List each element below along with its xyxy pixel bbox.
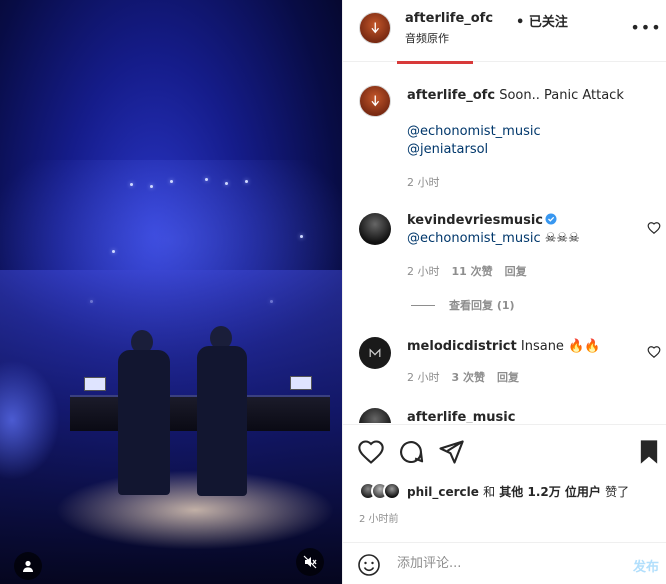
like-heart-icon[interactable] — [357, 438, 385, 466]
comment-meta: 2 小时 — [407, 174, 440, 190]
performer — [197, 346, 247, 496]
likes-others[interactable]: 其他 1.2万 位用户 — [499, 485, 601, 499]
post-button[interactable]: 发布 — [633, 556, 659, 575]
like-heart-icon[interactable] — [647, 345, 661, 359]
header-username[interactable]: afterlife_ofc — [405, 11, 493, 26]
view-replies-label: 查看回复 (1) — [449, 299, 515, 312]
post-side-panel: afterlife_ofc • 已关注 音频原作 ••• afterlife_o… — [342, 0, 666, 584]
reply-button[interactable]: 回复 — [497, 369, 519, 385]
comment-input[interactable] — [397, 556, 617, 571]
comment-time: 2 小时 — [407, 371, 440, 384]
caption-text: afterlife_ofc Soon.. Panic Attack — [407, 88, 624, 103]
avatar[interactable] — [359, 85, 391, 117]
comments-list[interactable]: afterlife_ofc Soon.. Panic Attack @echon… — [343, 63, 666, 423]
monitor-screen — [84, 377, 106, 391]
post-header: afterlife_ofc • 已关注 音频原作 ••• — [343, 0, 666, 62]
stage-light — [300, 235, 303, 238]
comment-username[interactable]: afterlife_ofc — [407, 88, 495, 103]
like-count[interactable]: 11 次赞 — [452, 263, 493, 279]
likes-summary[interactable]: phil_cercle 和 其他 1.2万 位用户 赞了 — [359, 479, 659, 503]
mention-link[interactable]: @echonomist_music — [407, 124, 541, 139]
like-count[interactable]: 3 次赞 — [452, 369, 485, 385]
avatar[interactable] — [359, 337, 391, 369]
audio-original-link[interactable]: 音频原作 — [405, 30, 449, 46]
action-bar — [343, 424, 666, 480]
skull-emoji: ☠☠☠ — [544, 231, 580, 246]
emoji-icon[interactable] — [357, 553, 381, 577]
comment-body: Soon.. Panic Attack — [499, 88, 624, 103]
comment-username[interactable]: melodicdistrict — [407, 339, 517, 354]
stage-light — [170, 180, 173, 183]
stage-light — [205, 178, 208, 181]
fog — [0, 360, 60, 480]
comment-icon[interactable] — [397, 438, 425, 466]
comment-line: kevindevriesmusic — [407, 213, 557, 228]
likes-and: 和 — [483, 484, 496, 499]
comment-line: melodicdistrict Insane 🔥🔥 — [407, 339, 600, 354]
comment-line: afterlife_music — [407, 410, 515, 423]
mention-link[interactable]: @jeniatarsol — [407, 142, 488, 157]
mute-icon[interactable] — [296, 548, 324, 576]
view-replies-button[interactable]: 查看回复 (1) — [411, 297, 515, 313]
follow-status[interactable]: • 已关注 — [516, 11, 568, 30]
comment-body: Insane — [520, 339, 564, 354]
stage-light — [225, 182, 228, 185]
comment-bar: 发布 — [343, 542, 666, 584]
performer — [118, 350, 170, 495]
comment-username[interactable]: kevindevriesmusic — [407, 213, 543, 228]
comment-meta: 2 小时 3 次赞 回复 — [407, 369, 519, 385]
comment-time: 2 小时 — [407, 265, 440, 278]
liker-avatar — [383, 482, 401, 500]
bookmark-icon[interactable] — [635, 438, 663, 466]
avatar[interactable] — [359, 213, 391, 245]
like-heart-icon[interactable] — [647, 221, 661, 235]
stage-light — [245, 180, 248, 183]
stage-light — [112, 250, 115, 253]
monitor-screen — [290, 376, 312, 390]
liker-username[interactable]: phil_cercle — [407, 485, 479, 499]
post-media[interactable] — [0, 0, 342, 584]
comment-body: @echonomist_music ☠☠☠ — [407, 231, 580, 246]
more-horizontal-icon[interactable]: ••• — [630, 16, 660, 38]
comment-time: 2 小时 — [407, 176, 440, 189]
comment-username[interactable]: afterlife_music — [407, 410, 515, 423]
share-send-icon[interactable] — [437, 438, 465, 466]
verified-badge-icon — [545, 213, 557, 225]
comment-meta: 2 小时 11 次赞 回复 — [407, 263, 527, 279]
reply-button[interactable]: 回复 — [505, 263, 527, 279]
avatar[interactable] — [359, 408, 391, 423]
user-tag-icon[interactable] — [14, 552, 42, 580]
fire-emoji: 🔥🔥 — [568, 339, 601, 354]
stage-floor-light — [55, 470, 335, 550]
post-time: 2 小时前 — [359, 514, 399, 525]
likes-suffix: 赞了 — [605, 484, 630, 499]
stage-light — [150, 185, 153, 188]
replies-line — [411, 304, 435, 306]
avatar[interactable] — [359, 12, 391, 44]
mention-link[interactable]: @echonomist_music — [407, 231, 541, 246]
stage-light — [130, 183, 133, 186]
